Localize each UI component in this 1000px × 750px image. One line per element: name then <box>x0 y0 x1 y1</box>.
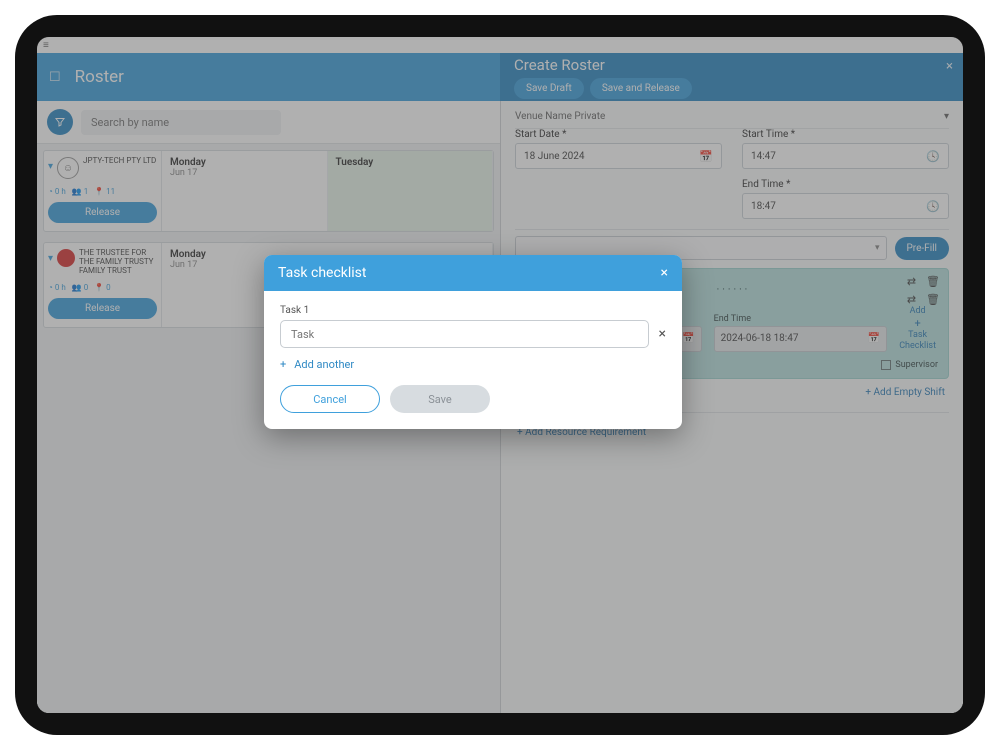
task-checklist-modal: Task checklist × Task 1 × + Add another … <box>264 255 682 429</box>
tablet-frame: ≡ ☐ Roster Create Roster Save Draft Save… <box>15 15 985 735</box>
remove-task-icon[interactable]: × <box>659 326 666 342</box>
plus-icon: + <box>280 358 286 371</box>
modal-body: Task 1 × + Add another Cancel Save <box>264 291 682 429</box>
modal-title: Task checklist <box>278 265 367 281</box>
modal-header: Task checklist × <box>264 255 682 291</box>
add-another-button[interactable]: + Add another <box>280 358 666 371</box>
close-icon[interactable]: × <box>661 265 668 281</box>
task-1-label: Task 1 <box>280 305 666 316</box>
cancel-button[interactable]: Cancel <box>280 385 380 413</box>
tablet-screen: ≡ ☐ Roster Create Roster Save Draft Save… <box>37 37 963 713</box>
save-button[interactable]: Save <box>390 385 490 413</box>
task-1-input[interactable] <box>280 320 649 348</box>
